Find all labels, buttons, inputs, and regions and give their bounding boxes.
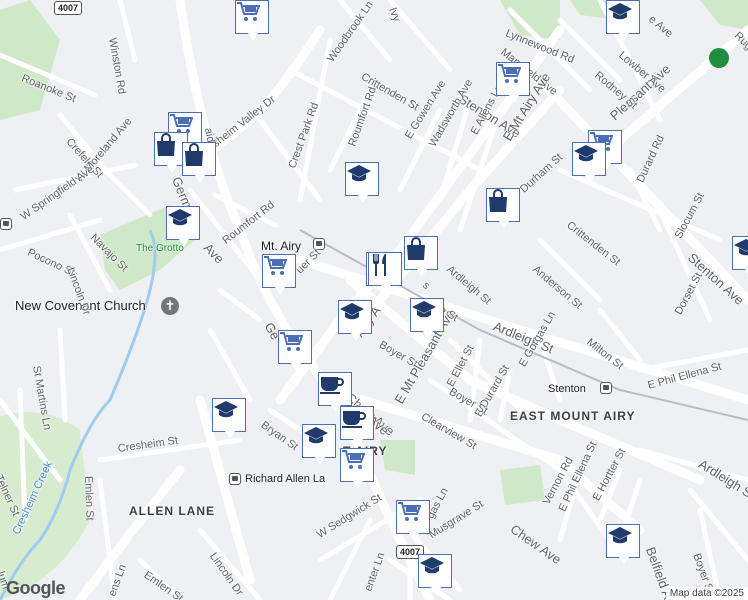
cart-marker[interactable] bbox=[396, 500, 430, 541]
coffee-marker[interactable] bbox=[318, 372, 352, 413]
train-station-icon[interactable] bbox=[600, 382, 612, 394]
place-label-mt-airy-station[interactable]: Mt. Airy bbox=[261, 239, 301, 253]
bag-marker[interactable] bbox=[486, 188, 520, 229]
place-label-the-grotto[interactable]: The Grotto bbox=[136, 243, 184, 254]
place-label-stenton-station[interactable]: Stenton bbox=[548, 383, 586, 395]
train-station-icon[interactable] bbox=[0, 218, 12, 230]
train-station-icon[interactable] bbox=[229, 473, 241, 485]
fork-knife-marker[interactable] bbox=[368, 252, 402, 293]
cart-marker[interactable] bbox=[496, 62, 530, 103]
park-icon[interactable] bbox=[709, 48, 729, 68]
bag-marker[interactable] bbox=[404, 236, 438, 277]
bag-marker[interactable] bbox=[182, 142, 216, 183]
graduation-cap-marker[interactable] bbox=[732, 236, 748, 277]
place-label-richard-allen-station[interactable]: Richard Allen La bbox=[245, 473, 325, 485]
street-label: Emlen St bbox=[82, 475, 96, 521]
graduation-cap-marker[interactable] bbox=[410, 298, 444, 339]
google-logo[interactable]: Google bbox=[6, 578, 66, 599]
cart-marker[interactable] bbox=[340, 448, 374, 489]
area-label-allen-lane: ALLEN LANE bbox=[129, 504, 215, 518]
cart-marker[interactable] bbox=[262, 254, 296, 295]
graduation-cap-marker[interactable] bbox=[212, 398, 246, 439]
area-label-east-mount-airy: EAST MOUNT AIRY bbox=[510, 409, 635, 423]
church-icon[interactable]: ✝ bbox=[161, 297, 179, 315]
graduation-cap-marker[interactable] bbox=[606, 524, 640, 565]
graduation-cap-marker[interactable] bbox=[338, 300, 372, 341]
map-canvas[interactable]: ✝ 4007 4007 Mt. Airy Stenton Richard All… bbox=[0, 0, 748, 600]
area-label-text: EAST MOUNT AIRY bbox=[510, 409, 636, 423]
map-attribution[interactable]: Map data ©2025 bbox=[665, 587, 748, 600]
graduation-cap-marker[interactable] bbox=[606, 0, 640, 41]
graduation-cap-marker[interactable] bbox=[345, 162, 379, 203]
coffee-marker[interactable] bbox=[340, 406, 374, 447]
cart-marker[interactable] bbox=[235, 0, 269, 41]
highway-shield: 4007 bbox=[54, 1, 83, 15]
cart-marker[interactable] bbox=[278, 330, 312, 371]
graduation-cap-marker[interactable] bbox=[302, 424, 336, 465]
graduation-cap-marker[interactable] bbox=[166, 206, 200, 247]
graduation-cap-marker[interactable] bbox=[572, 142, 606, 183]
graduation-cap-marker[interactable] bbox=[418, 554, 452, 595]
